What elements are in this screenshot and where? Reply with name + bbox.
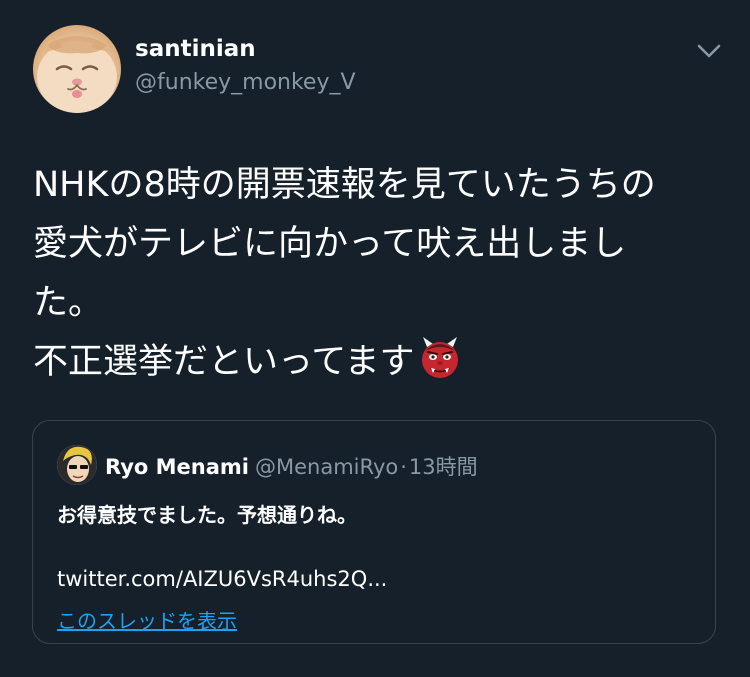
author-display-name[interactable]: santinian <box>135 36 256 62</box>
cat-avatar-icon <box>37 36 117 113</box>
tweet-menu-button[interactable] <box>694 38 724 64</box>
quoted-tweet-card[interactable]: Ryo Menami @MenamiRyo·13時間 お得意技でました。予想通りね… <box>32 420 716 644</box>
header-separator: · <box>400 455 407 479</box>
tweet-text: NHKの8時の開票速報を見ていたうちの 愛犬がテレビに向かって吠え出しまし た。… <box>33 156 713 392</box>
quoted-timestamp[interactable]: 13時間 <box>409 455 478 479</box>
author-avatar[interactable] <box>33 25 121 113</box>
tweet-text-line: 不正選挙だといってます <box>33 342 415 382</box>
tweet-text-line: た。 <box>33 283 104 323</box>
quoted-header: Ryo Menami @MenamiRyo·13時間 <box>105 451 478 481</box>
ogre-emoji-icon <box>421 337 458 378</box>
author-handle[interactable]: @funkey_monkey_V <box>135 70 356 95</box>
person-avatar-icon <box>57 445 97 485</box>
show-thread-link[interactable]: このスレッドを表示 <box>57 605 237 634</box>
quoted-author-avatar[interactable] <box>57 445 97 485</box>
quoted-display-name[interactable]: Ryo Menami <box>105 455 249 479</box>
chevron-down-icon <box>697 44 721 58</box>
tweet-text-line: NHKの8時の開票速報を見ていたうちの <box>33 165 656 205</box>
quoted-text: お得意技でました。予想通りね。 <box>57 503 357 527</box>
quoted-url[interactable]: twitter.com/AIZU6VsR4uhs2Q... <box>57 567 387 591</box>
tweet-text-line: 愛犬がテレビに向かって吠え出しまし <box>33 224 627 264</box>
tweet: santinian @funkey_monkey_V NHKの8時の開票速報を見… <box>0 0 750 677</box>
quoted-handle[interactable]: @MenamiRyo <box>255 455 398 479</box>
tweet-text-line-last: 不正選挙だといってます <box>33 333 713 392</box>
